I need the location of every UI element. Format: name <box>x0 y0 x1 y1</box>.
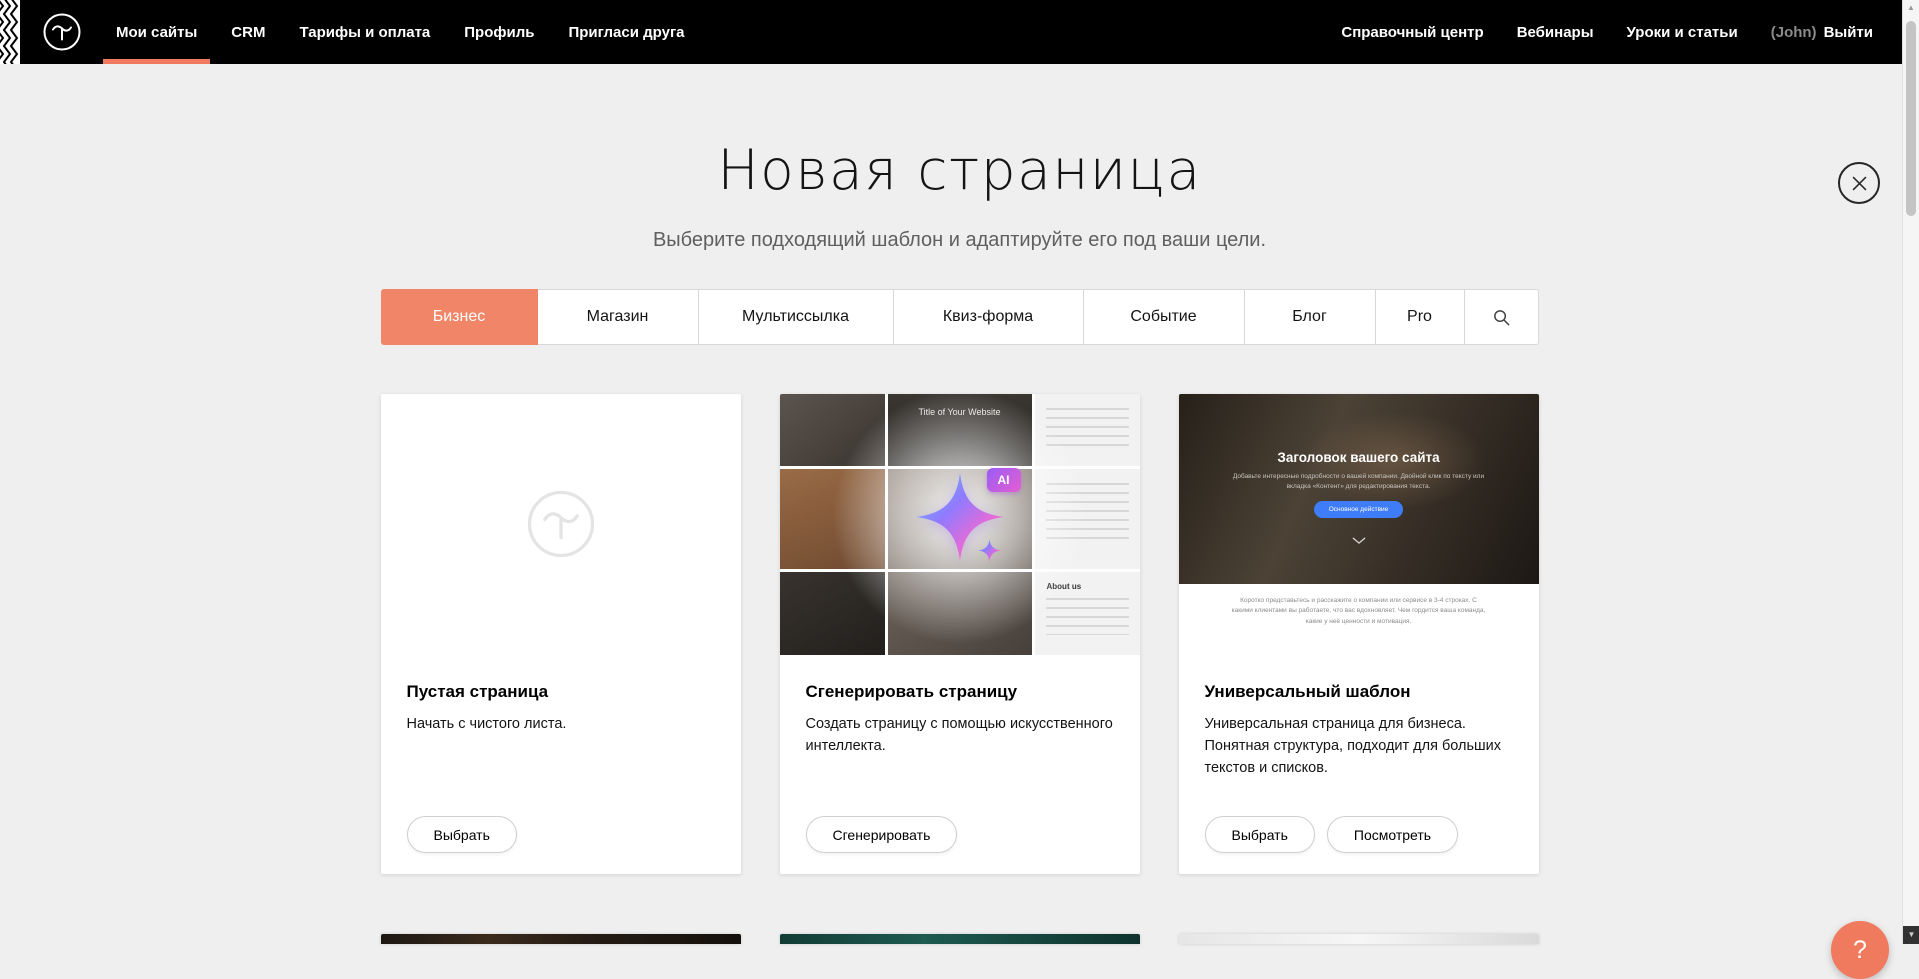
card-description: Начать с чистого листа. <box>407 714 715 736</box>
scrollbar[interactable]: ▲ ▼ <box>1902 0 1919 944</box>
close-icon <box>1852 176 1867 191</box>
help-button[interactable]: ? <box>1831 921 1889 979</box>
template-category-tabs: Бизнес Магазин Мультиссылка Квиз-форма С… <box>381 289 1539 345</box>
ai-sparkle-small-icon <box>978 539 1001 562</box>
zigzag-pattern-decoration <box>0 0 20 64</box>
template-cta-button: Основное действие <box>1314 501 1404 518</box>
template-body-text: Коротко представьтесь и расскажите о ком… <box>1229 596 1488 627</box>
template-body-section: Коротко представьтесь и расскажите о ком… <box>1179 584 1539 655</box>
tab-quiz-form[interactable]: Квиз-форма <box>893 289 1084 345</box>
nav-my-sites[interactable]: Мои сайты <box>116 0 197 64</box>
tab-pro[interactable]: Pro <box>1375 289 1465 345</box>
user-name: (John) <box>1771 24 1817 41</box>
tab-multilink[interactable]: Мультиссылка <box>698 289 894 345</box>
card-actions: Выбрать <box>407 816 517 853</box>
collage-doc-tile <box>1035 469 1140 569</box>
select-blank-button[interactable]: Выбрать <box>407 816 517 853</box>
collage-about-tile: About us <box>1035 572 1140 655</box>
user-block: (John) Выйти <box>1771 24 1873 41</box>
logout-link[interactable]: Выйти <box>1824 24 1873 41</box>
tab-search[interactable] <box>1464 289 1539 345</box>
page-title: Новая страница <box>0 64 1919 202</box>
card-actions: Выбрать Посмотреть <box>1205 816 1459 853</box>
nav-crm[interactable]: CRM <box>231 0 265 64</box>
ai-preview: Title of Your Website About us <box>780 394 1140 655</box>
nav-profile[interactable]: Профиль <box>464 0 534 64</box>
nav-invite-friend[interactable]: Пригласи друга <box>568 0 684 64</box>
collage-photo-tile <box>780 572 885 655</box>
collage-photo-tile <box>780 469 885 569</box>
secondary-navigation: Справочный центр Вебинары Уроки и статьи… <box>1341 24 1873 41</box>
collage-photo-tile <box>888 572 1032 655</box>
nav-lessons[interactable]: Уроки и статьи <box>1627 24 1738 41</box>
nav-tariffs[interactable]: Тарифы и оплата <box>299 0 430 64</box>
next-card-preview[interactable] <box>780 934 1140 944</box>
template-grid: Пустая страница Начать с чистого листа. … <box>381 394 1539 874</box>
main-content: Новая страница Выберите подходящий шабло… <box>0 64 1919 944</box>
page-subtitle: Выберите подходящий шаблон и адаптируйте… <box>0 229 1919 252</box>
tilda-logo[interactable] <box>42 12 82 52</box>
card-title: Пустая страница <box>407 682 715 702</box>
top-navbar: Мои сайты CRM Тарифы и оплата Профиль Пр… <box>0 0 1919 64</box>
card-blank-page[interactable]: Пустая страница Начать с чистого листа. … <box>381 394 741 874</box>
search-icon <box>1492 308 1511 327</box>
card-body: Универсальный шаблон Универсальная стран… <box>1179 655 1539 779</box>
main-navigation: Мои сайты CRM Тарифы и оплата Профиль Пр… <box>116 0 719 64</box>
next-card-preview[interactable] <box>381 934 741 944</box>
tab-store[interactable]: Магазин <box>537 289 699 345</box>
template-hero-heading: Заголовок вашего сайта <box>1179 450 1539 465</box>
scrollbar-up-arrow[interactable]: ▲ <box>1903 3 1919 12</box>
tab-blog[interactable]: Блог <box>1244 289 1376 345</box>
template-hero-subtext: Добавьте интересные подробности о вашей … <box>1222 472 1496 492</box>
card-title: Универсальный шаблон <box>1205 682 1513 702</box>
template-preview: Заголовок вашего сайта Добавьте интересн… <box>1179 394 1539 655</box>
card-body: Сгенерировать страницу Создать страницу … <box>780 655 1140 758</box>
collage-title-text: Title of Your Website <box>918 407 1000 417</box>
card-title: Сгенерировать страницу <box>806 682 1114 702</box>
blank-preview <box>381 394 741 655</box>
tab-event[interactable]: Событие <box>1083 289 1245 345</box>
collage-about-text: About us <box>1047 582 1082 591</box>
tab-business[interactable]: Бизнес <box>381 289 538 345</box>
ai-badge: AI <box>987 468 1021 492</box>
card-universal-template[interactable]: Заголовок вашего сайта Добавьте интересн… <box>1179 394 1539 874</box>
template-hero: Заголовок вашего сайта Добавьте интересн… <box>1179 394 1539 584</box>
card-description: Создать страницу с помощью искусственног… <box>806 714 1114 758</box>
next-row-previews <box>381 934 1539 944</box>
chevron-down-icon <box>1179 531 1539 549</box>
card-ai-generate[interactable]: Title of Your Website About us <box>780 394 1140 874</box>
generate-button[interactable]: Сгенерировать <box>806 816 958 853</box>
select-template-button[interactable]: Выбрать <box>1205 816 1315 853</box>
card-actions: Сгенерировать <box>806 816 958 853</box>
view-template-button[interactable]: Посмотреть <box>1327 816 1458 853</box>
scrollbar-down-arrow[interactable]: ▼ <box>1903 926 1919 944</box>
collage-photo-tile <box>780 394 885 466</box>
card-description: Универсальная страница для бизнеса. Поня… <box>1205 714 1513 779</box>
nav-webinars[interactable]: Вебинары <box>1517 24 1594 41</box>
card-body: Пустая страница Начать с чистого листа. <box>381 655 741 736</box>
close-button[interactable] <box>1838 162 1880 204</box>
nav-help-center[interactable]: Справочный центр <box>1341 24 1483 41</box>
collage-doc-tile <box>1035 394 1140 466</box>
next-card-preview[interactable] <box>1179 934 1539 944</box>
scrollbar-thumb[interactable] <box>1906 21 1916 216</box>
collage-title-tile: Title of Your Website <box>888 394 1032 466</box>
tilda-watermark-icon <box>525 488 597 560</box>
